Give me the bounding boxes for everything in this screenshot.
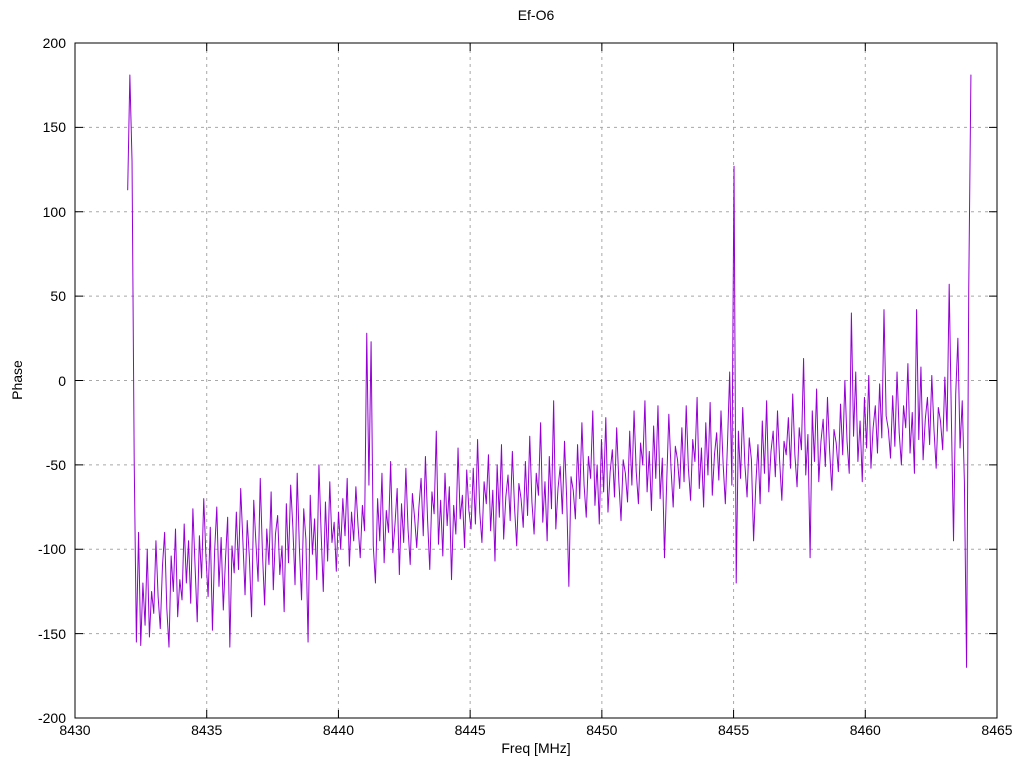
x-tick-label: 8435 (191, 722, 223, 738)
y-tick-label: -100 (37, 541, 66, 558)
chart-title: Ef-O6 (517, 7, 555, 23)
y-tick-label: 50 (50, 288, 66, 305)
y-tick-label: 150 (42, 119, 66, 136)
y-tick-label: -50 (45, 456, 66, 473)
y-tick-label: 100 (42, 203, 66, 220)
x-tick-label: 8445 (454, 722, 486, 738)
x-tick-label: 8465 (981, 722, 1013, 738)
x-tick-label: 8440 (322, 722, 354, 738)
x-axis-label: Freq [MHz] (501, 740, 571, 756)
chart-window: Ef-O6 Phase Freq [MHz] 8430 8435 8440 8445 8… (0, 0, 1024, 768)
phase-series-line (127, 74, 972, 668)
y-tick-label: -150 (37, 625, 66, 642)
x-tick-label: 8455 (717, 722, 750, 738)
x-tick-label: 8460 (849, 722, 881, 738)
x-tick-label: 8450 (586, 722, 618, 738)
y-tick-label: 0 (58, 372, 66, 389)
y-tick-label: -200 (37, 710, 66, 726)
y-tick-label: 200 (42, 35, 66, 51)
plot-canvas (74, 42, 998, 719)
